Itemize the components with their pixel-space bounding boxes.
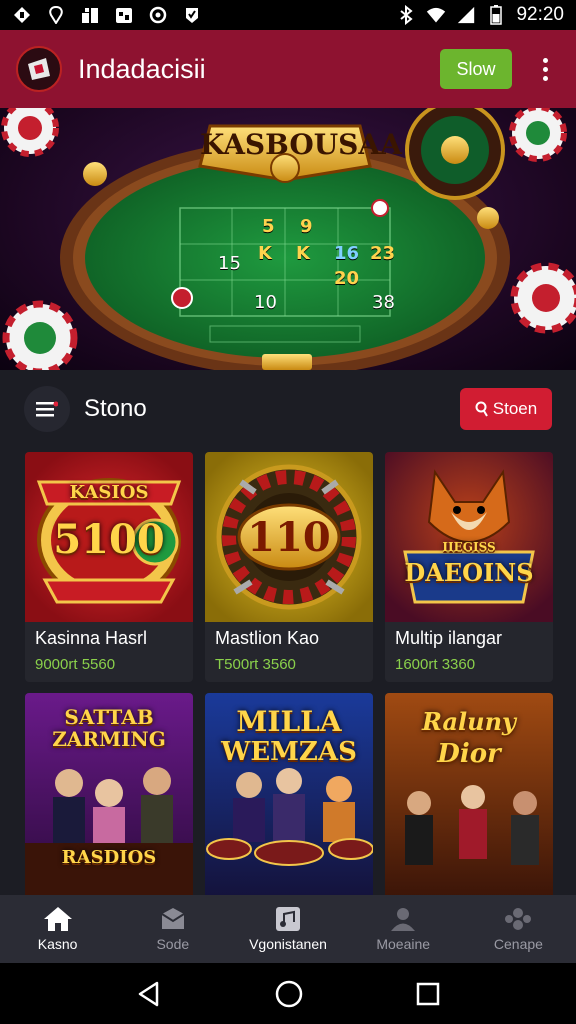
system-nav-bar <box>0 963 576 1024</box>
game-meta: 1600rt 3360 <box>395 656 476 673</box>
game-art-top: MILLA <box>236 705 342 738</box>
table-number: 38 <box>372 292 395 313</box>
status-time: 92:20 <box>516 4 564 25</box>
game-art-main: Dior <box>437 739 501 769</box>
music-icon <box>276 907 300 931</box>
app-bar: Indadacisii Slow <box>0 30 576 108</box>
slow-button[interactable]: Slow <box>440 49 512 89</box>
game-art-top: IIEGISS <box>442 540 496 554</box>
game-meta: 9000rt 5560 <box>35 656 116 673</box>
game-art: 110 <box>205 452 373 622</box>
app-title: Indadacisii <box>78 53 206 84</box>
menu-button[interactable] <box>24 386 70 432</box>
inbox-icon <box>161 908 185 929</box>
table-number: 5 <box>262 216 275 237</box>
game-name: Kasinna Hasrl <box>35 628 148 648</box>
notification-icon <box>12 5 32 25</box>
hero-title: KASBOUSAA <box>200 128 402 161</box>
search-icon <box>475 401 488 417</box>
app-logo[interactable] <box>16 46 62 92</box>
kebab-menu-icon[interactable] <box>530 49 560 89</box>
home-circle-icon[interactable] <box>274 979 304 1009</box>
user-icon <box>391 908 416 931</box>
battery-icon <box>486 5 506 25</box>
nav-item-cenape[interactable]: Cenape <box>461 895 576 963</box>
table-number: 10 <box>254 292 277 313</box>
home-icon <box>43 907 72 931</box>
game-art: MILLA WEMZAS <box>205 693 373 900</box>
nav-label: Sode <box>156 936 190 952</box>
table-number: 16 <box>334 243 360 264</box>
game-card[interactable]: IIEGISS DAEOINS Multip ilangar 1600rt 33… <box>385 452 553 682</box>
section-header: Stono Stoen <box>0 370 576 448</box>
nav-label: Cenape <box>493 936 543 952</box>
game-card[interactable]: MILLA WEMZAS <box>205 693 373 900</box>
back-icon[interactable] <box>135 980 163 1008</box>
game-art-main: DAEOINS <box>404 558 534 587</box>
apps-icon <box>80 5 100 25</box>
game-art-top: SATTAB <box>64 705 154 729</box>
nav-item-kasno[interactable]: Kasno <box>0 895 115 963</box>
hamburger-icon <box>36 401 58 417</box>
game-card[interactable]: Raluny Dior <box>385 693 553 900</box>
wifi-icon <box>426 5 446 25</box>
signal-icon <box>456 5 476 25</box>
nav-item-vgonistanen[interactable]: Vgonistanen <box>230 895 345 963</box>
nav-label: Moeaine <box>376 936 431 952</box>
game-card[interactable]: 110 Mastlion Kao T500rt 3560 <box>205 452 373 682</box>
section-title: Stono <box>84 395 147 422</box>
game-art-main: 110 <box>247 514 331 561</box>
game-name: Mastlion Kao <box>215 628 320 648</box>
table-number: 23 <box>370 243 396 264</box>
status-left-icons <box>12 5 202 25</box>
bottom-nav: Kasno Sode Vgonistanen Moeaine Cenape <box>0 895 576 963</box>
game-art: SATTAB ZARMING RASDIOS <box>25 693 193 900</box>
games-section: Stono Stoen KASIOS 5100 Kasinna Hasrl 90… <box>0 370 576 900</box>
game-name: Multip ilangar <box>395 628 503 648</box>
shield-icon <box>182 5 202 25</box>
table-number: 15 <box>218 253 241 274</box>
game-art: Raluny Dior <box>385 693 553 900</box>
location-icon <box>46 5 66 25</box>
game-art-top: Raluny <box>421 707 516 736</box>
sync-icon <box>148 5 168 25</box>
status-right-icons: 92:20 <box>396 4 564 26</box>
search-button[interactable]: Stoen <box>460 388 552 430</box>
table-number: K <box>258 243 272 264</box>
table-number: K <box>296 243 310 264</box>
logo-icon <box>28 58 50 80</box>
game-art-main: ZARMING <box>52 727 166 751</box>
group-icon <box>505 908 532 930</box>
game-art: IIEGISS DAEOINS <box>385 452 553 622</box>
table-number: 20 <box>334 268 360 289</box>
recents-icon[interactable] <box>415 981 441 1007</box>
game-card[interactable]: KASIOS 5100 Kasinna Hasrl 9000rt 5560 <box>25 452 193 682</box>
bluetooth-icon <box>396 5 416 25</box>
game-card[interactable]: SATTAB ZARMING RASDIOS <box>25 693 193 900</box>
status-bar: 92:20 <box>0 0 576 30</box>
hero-banner[interactable]: KASBOUSAA 5 9 K K 16 23 15 20 10 38 <box>0 108 576 370</box>
game-art-bottom: RASDIOS <box>61 847 157 868</box>
table-number: 9 <box>300 216 313 237</box>
calendar-icon <box>114 5 134 25</box>
game-art-top: KASIOS <box>69 482 149 503</box>
game-art-main: 5100 <box>53 516 165 563</box>
game-meta: T500rt 3560 <box>215 656 296 673</box>
nav-item-sode[interactable]: Sode <box>115 895 230 963</box>
search-label: Stoen <box>492 399 538 418</box>
game-art: KASIOS 5100 <box>25 452 193 622</box>
nav-label: Vgonistanen <box>249 936 327 952</box>
fox-mascot-illustration <box>403 469 535 604</box>
game-art-main: WEMZAS <box>221 737 357 767</box>
nav-item-moeaine[interactable]: Moeaine <box>346 895 461 963</box>
nav-label: Kasno <box>37 936 78 952</box>
